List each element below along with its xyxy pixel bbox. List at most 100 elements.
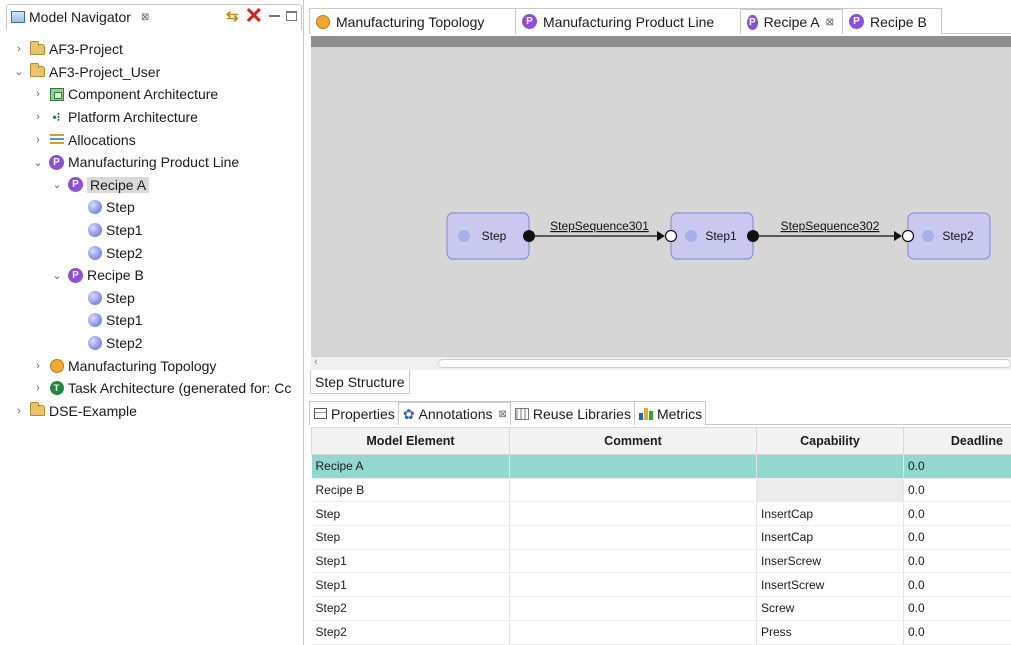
table-row[interactable]: Step InsertCap 0.0 [311,501,1011,527]
tree-item[interactable]: › Manufacturing Topology [0,354,303,377]
cell-deadline[interactable]: 0.0 [903,454,1011,479]
tree-item-label: AF3-Project [49,41,123,58]
cell-capability[interactable]: InserScrew [756,549,904,574]
cell-deadline[interactable]: 0.0 [903,501,1011,527]
view-tab-metrics[interactable]: Metrics [633,401,707,425]
chevron-right-icon[interactable]: › [31,134,45,146]
diagram-edge[interactable]: StepSequence301 [534,219,665,241]
scroll-left-icon[interactable]: ‹ [314,356,318,368]
tree-item[interactable]: ⌄ P Manufacturing Product Line [0,151,303,174]
cell-capability[interactable]: InsertCap [756,501,904,527]
chevron-right-icon[interactable]: › [31,382,45,394]
column-header-capability[interactable]: Capability [756,427,904,455]
table-row[interactable]: Step1 InserScrew 0.0 [311,549,1011,574]
cell-comment[interactable] [509,549,757,574]
table-row[interactable]: Step1 InsertScrew 0.0 [311,572,1011,598]
diagram-node[interactable]: Step [446,212,530,260]
chevron-right-icon[interactable]: › [31,111,45,123]
output-port[interactable] [747,230,759,242]
column-header-model-element[interactable]: Model Element [311,427,510,455]
tree-item[interactable]: › AF3-Project [0,38,303,61]
tree-item[interactable]: Step2 [0,241,303,264]
table-row[interactable]: Step InsertCap 0.0 [311,525,1011,550]
tree-item[interactable]: › T Task Architecture (generated for: Cc [0,377,303,400]
editor-tab-manufacturing-product-line[interactable]: P Manufacturing Product Line [515,8,741,34]
cell-comment[interactable] [509,596,757,621]
close-icon[interactable]: ⊠ [499,409,507,420]
minimize-icon[interactable] [269,15,280,19]
input-port[interactable] [901,229,915,243]
close-icon[interactable]: ⊠ [826,17,834,28]
table-row[interactable]: Step2 Press 0.0 [311,620,1011,645]
cell-comment[interactable] [509,478,757,503]
cell-comment[interactable] [509,620,757,645]
tree-item[interactable]: ⌄ P Recipe B [0,264,303,287]
maximize-icon[interactable] [286,11,297,21]
column-header-deadline[interactable]: Deadline [903,427,1011,455]
tree-item[interactable]: Step2 [0,332,303,355]
cell-deadline[interactable]: 0.0 [903,525,1011,550]
tree-item[interactable]: Step1 [0,309,303,332]
editor-tab-recipe-a[interactable]: P Recipe A ⊠ [740,8,843,34]
chevron-down-icon[interactable]: ⌄ [50,178,64,191]
cell-deadline[interactable]: 0.0 [903,620,1011,645]
tree-item[interactable]: Step1 [0,219,303,242]
tree-item[interactable]: ⌄ P Recipe A [0,174,303,197]
cell-deadline[interactable]: 0.0 [903,596,1011,621]
table-row[interactable]: Recipe A 0.0 [311,454,1011,479]
tree-item[interactable]: › Allocations [0,128,303,151]
tree-item-icon-wrap [87,223,102,238]
editor-tab-manufacturing-topology[interactable]: Manufacturing Topology [309,8,516,34]
link-with-editor-icon[interactable]: ⇆ [226,7,239,25]
cell-deadline[interactable]: 0.0 [903,549,1011,574]
tree-item[interactable]: ⌄ AF3-Project_User [0,61,303,84]
cell-comment[interactable] [509,525,757,550]
cell-comment[interactable] [509,454,757,479]
diagram-node[interactable]: Step1 [670,212,754,260]
scrollbar-thumb[interactable] [438,359,1011,368]
delete-icon[interactable]: ✕ [245,5,263,27]
view-tab-annotations[interactable]: ✿ Annotations ⊠ [397,401,511,425]
column-header-comment[interactable]: Comment [509,427,757,455]
chevron-right-icon[interactable]: › [31,360,45,372]
diagram-node[interactable]: Step2 [907,212,991,260]
tree-item[interactable]: Step [0,196,303,219]
step-icon [458,230,470,242]
cell-capability[interactable]: Press [756,620,904,645]
tree-item[interactable]: › Component Architecture [0,83,303,106]
view-tab-reuse-libraries[interactable]: Reuse Libraries [509,401,635,425]
cell-capability[interactable] [756,478,904,503]
cell-deadline[interactable]: 0.0 [903,478,1011,503]
cell-capability[interactable] [756,454,904,479]
chevron-down-icon[interactable]: ⌄ [31,156,45,169]
table-row[interactable]: Step2 Screw 0.0 [311,596,1011,621]
chevron-right-icon[interactable]: › [31,88,45,100]
close-icon[interactable]: ⊠ [141,12,149,23]
step-icon [685,230,697,242]
cell-comment[interactable] [509,572,757,598]
diagram-canvas[interactable]: Step Step1 Step2 StepSequence301 StepSequenc… [311,47,1011,356]
cell-capability[interactable]: Screw [756,596,904,621]
diagram-edge[interactable]: StepSequence302 [758,219,902,241]
chevron-right-icon[interactable]: › [12,405,26,417]
cell-deadline[interactable]: 0.0 [903,572,1011,598]
step-sequence-diagram[interactable]: Step Step1 Step2 StepSequence301 StepSequenc… [311,47,1011,356]
tree-item[interactable]: › •⁝ Platform Architecture [0,106,303,129]
tree-item[interactable]: Step [0,287,303,310]
editor-tab-recipe-b[interactable]: P Recipe B [842,8,942,34]
chevron-down-icon[interactable]: ⌄ [50,269,64,282]
cell-comment[interactable] [509,501,757,527]
chevron-down-icon[interactable]: ⌄ [12,65,26,78]
cell-capability[interactable]: InsertScrew [756,572,904,598]
table-row[interactable]: Recipe B 0.0 [311,478,1011,503]
navigator-tab[interactable]: Model Navigator ⊠ ⇆ ✕ [6,4,302,30]
cell-capability[interactable]: InsertCap [756,525,904,550]
input-port[interactable] [664,229,678,243]
output-port[interactable] [523,230,535,242]
horizontal-scrollbar[interactable]: ‹ [311,356,1011,370]
gear-icon: ✿ [402,405,415,422]
tree-item[interactable]: › DSE-Example [0,400,303,423]
chevron-right-icon[interactable]: › [12,43,26,55]
view-tab-properties[interactable]: Properties [309,401,399,425]
tab-step-structure[interactable]: Step Structure [310,370,410,394]
